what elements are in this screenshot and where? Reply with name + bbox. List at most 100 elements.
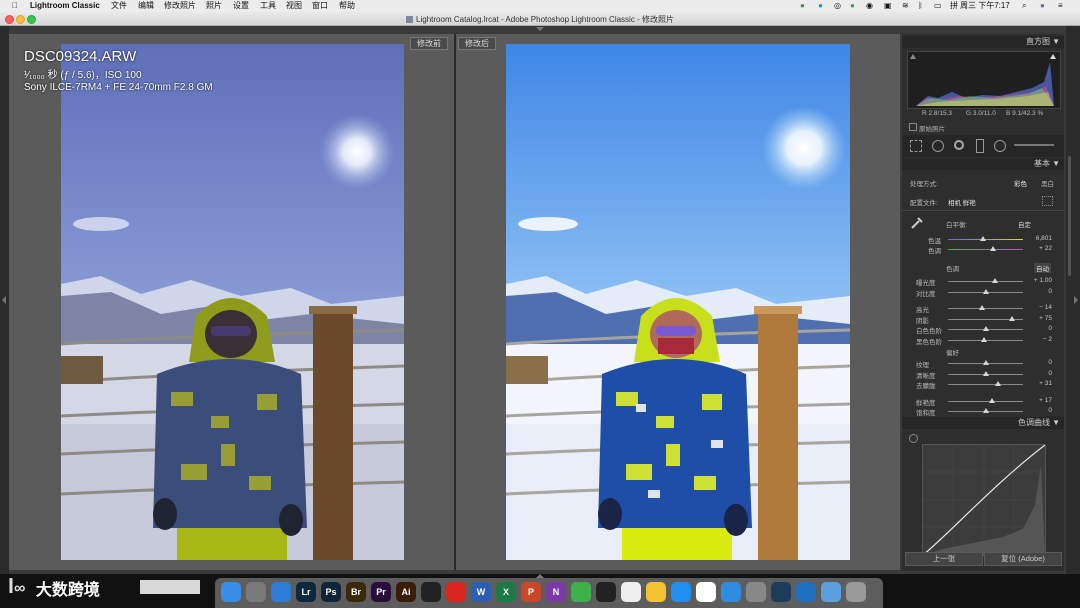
bridge-icon[interactable]: Br: [346, 582, 366, 602]
slider-value[interactable]: 0: [1026, 370, 1052, 377]
status-icon-3[interactable]: ◎: [834, 1, 841, 11]
slider-handle[interactable]: [991, 278, 998, 283]
slider-handle[interactable]: [988, 397, 995, 403]
previous-button[interactable]: 上一张: [905, 552, 983, 566]
status-icon-5[interactable]: ◉: [866, 1, 873, 11]
collapse-icon[interactable]: ▼: [1052, 36, 1060, 48]
collapse-icon[interactable]: ▼: [1052, 158, 1060, 170]
apple-icon[interactable]: : [12, 1, 18, 11]
wechat-icon[interactable]: [571, 582, 591, 602]
slider-value[interactable]: 0: [1026, 407, 1052, 414]
siri-icon[interactable]: ●: [1040, 1, 1045, 11]
slider-value[interactable]: − 2: [1026, 336, 1052, 343]
white-balance-eyedropper-icon[interactable]: [910, 216, 924, 230]
menu-item-develop[interactable]: 修改照片: [164, 1, 196, 11]
trash-icon[interactable]: [846, 582, 866, 602]
safari-icon[interactable]: [271, 582, 291, 602]
system-prefs-icon[interactable]: [746, 582, 766, 602]
qq-icon[interactable]: [596, 582, 616, 602]
tone-curve-graph[interactable]: [922, 444, 1046, 556]
slider-value[interactable]: + 31: [1026, 380, 1052, 387]
clock[interactable]: 周三 下午7:17: [960, 1, 1010, 11]
tint-slider-handle[interactable]: [990, 246, 996, 251]
panel-scrollbar[interactable]: [1066, 26, 1080, 574]
finder-icon[interactable]: [221, 582, 241, 602]
launchpad-icon[interactable]: [246, 582, 266, 602]
baidu-netdisk-icon[interactable]: [696, 582, 716, 602]
slider-track[interactable]: [948, 400, 1023, 402]
media-encoder-icon[interactable]: [421, 582, 441, 602]
menu-item-settings[interactable]: 设置: [233, 1, 249, 11]
notes-icon[interactable]: [646, 582, 666, 602]
tone-auto-button[interactable]: 自动: [1034, 263, 1051, 273]
slider-value[interactable]: + 1.00: [1026, 277, 1052, 284]
left-panel-collapsed[interactable]: [0, 26, 9, 574]
collapse-top-panel-icon[interactable]: [536, 27, 544, 31]
radial-filter-icon[interactable]: [994, 140, 1006, 152]
app-store-icon[interactable]: [671, 582, 691, 602]
slider-value[interactable]: + 17: [1026, 397, 1052, 404]
photos-icon[interactable]: [621, 582, 641, 602]
after-photo[interactable]: [506, 44, 850, 560]
battery-icon[interactable]: ▭: [934, 1, 942, 11]
control-center-icon[interactable]: ≡: [1058, 1, 1063, 11]
slider-handle[interactable]: [982, 360, 989, 365]
wifi-icon[interactable]: ≋: [902, 1, 909, 11]
menu-item-help[interactable]: 帮助: [339, 1, 355, 11]
spotlight-icon[interactable]: ⌕: [1022, 1, 1026, 11]
quicktime-icon[interactable]: [771, 582, 791, 602]
shadow-clipping-icon[interactable]: [910, 54, 916, 59]
temp-slider-handle[interactable]: [980, 236, 986, 241]
slider-handle[interactable]: [982, 326, 989, 331]
excel-icon[interactable]: X: [496, 582, 516, 602]
edge-icon[interactable]: [796, 582, 816, 602]
slider-value[interactable]: 0: [1026, 359, 1052, 366]
temp-value[interactable]: 6,801: [1026, 235, 1052, 242]
premiere-icon[interactable]: Pr: [371, 582, 391, 602]
brush-tool-icon[interactable]: [1014, 144, 1054, 146]
treatment-bw[interactable]: 黑白: [1041, 178, 1054, 188]
treatment-color[interactable]: 彩色: [1014, 178, 1027, 188]
before-pane[interactable]: 修改前: [9, 34, 454, 570]
spot-removal-icon[interactable]: [932, 140, 944, 152]
slider-handle[interactable]: [982, 370, 989, 376]
slider-handle[interactable]: [978, 305, 985, 310]
basic-header[interactable]: 基本 ▼: [902, 158, 1064, 170]
collapse-icon[interactable]: ▼: [1052, 417, 1060, 429]
slider-value[interactable]: + 75: [1026, 315, 1052, 322]
slider-handle[interactable]: [982, 408, 989, 413]
slider-handle[interactable]: [981, 336, 987, 342]
slider-track[interactable]: [948, 384, 1023, 385]
app-menu[interactable]: Lightroom Classic: [30, 1, 100, 11]
bluetooth-icon[interactable]: ᛒ: [918, 1, 923, 11]
slider-handle[interactable]: [1008, 315, 1015, 321]
slider-handle[interactable]: [994, 381, 1001, 386]
histogram[interactable]: [907, 51, 1061, 109]
white-balance-select[interactable]: 自定: [1018, 219, 1031, 229]
top-panel-toggle[interactable]: [530, 26, 550, 34]
profile-browser-icon[interactable]: [1042, 196, 1053, 206]
cloud-icon[interactable]: [721, 582, 741, 602]
creative-cloud-icon[interactable]: [446, 582, 466, 602]
menu-item-view[interactable]: 视图: [286, 1, 302, 11]
slider-handle[interactable]: [982, 288, 989, 294]
folder-icon[interactable]: [821, 582, 841, 602]
reset-button[interactable]: 复位 (Adobe): [984, 552, 1062, 566]
profile-select[interactable]: 相机 鲜艳: [948, 197, 976, 207]
crop-tool-icon[interactable]: [910, 140, 922, 152]
slider-value[interactable]: − 14: [1026, 304, 1052, 311]
status-icon-4[interactable]: ●: [850, 1, 855, 11]
slider-track[interactable]: [948, 281, 1023, 282]
slider-value[interactable]: 0: [1026, 325, 1052, 332]
menu-item-tools[interactable]: 工具: [260, 1, 276, 11]
illustrator-icon[interactable]: Ai: [396, 582, 416, 602]
highlight-clipping-icon[interactable]: [1050, 54, 1056, 59]
histogram-header[interactable]: 直方图 ▼: [902, 36, 1064, 48]
red-eye-icon[interactable]: [954, 140, 964, 150]
qq-status-icon[interactable]: ●: [818, 1, 823, 11]
collapse-right-panel-icon[interactable]: [1074, 296, 1078, 304]
tone-curve-header[interactable]: 色调曲线 ▼: [902, 417, 1064, 429]
powerpoint-icon[interactable]: P: [521, 582, 541, 602]
graduated-filter-icon[interactable]: [976, 139, 984, 153]
before-photo[interactable]: [61, 44, 404, 560]
